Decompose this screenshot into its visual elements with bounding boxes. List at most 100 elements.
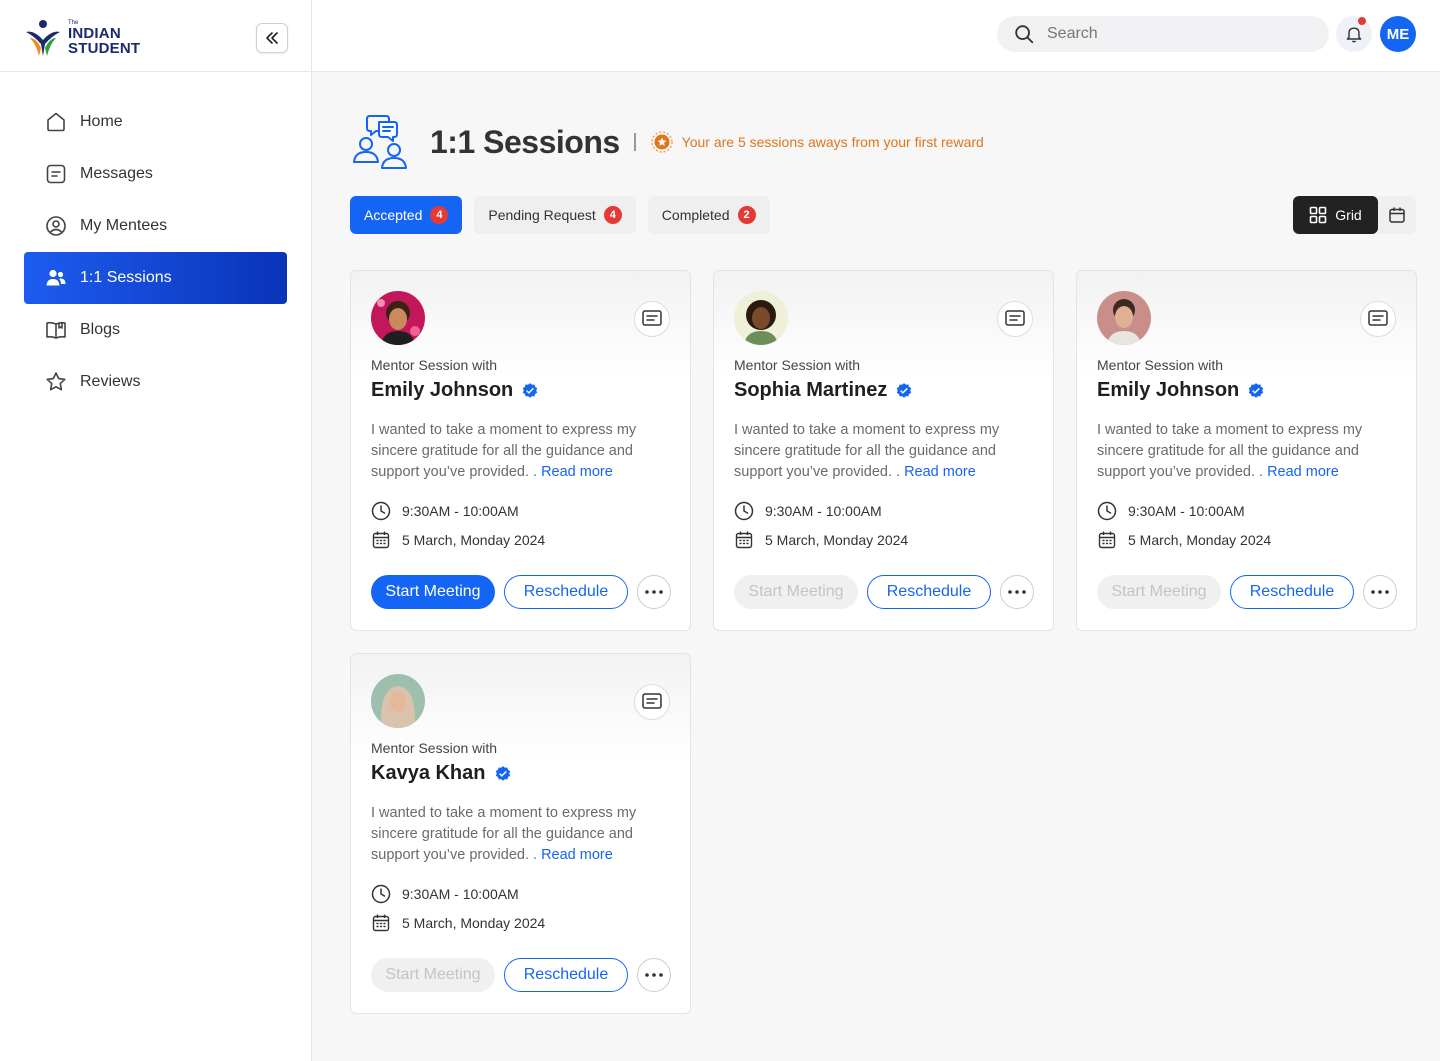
clock-icon xyxy=(371,884,391,904)
verified-icon xyxy=(1249,382,1264,398)
reschedule-button[interactable]: Reschedule xyxy=(504,958,628,992)
home-icon xyxy=(47,112,65,132)
sidebar-item-home[interactable]: Home xyxy=(24,96,287,148)
session-description: I wanted to take a moment to express my … xyxy=(734,420,1038,483)
session-card: Mentor Session with Sophia Martinez I wa… xyxy=(713,270,1054,631)
session-date-text: 5 March, Monday 2024 xyxy=(765,532,909,548)
grid-view-button[interactable]: Grid xyxy=(1293,196,1378,234)
mentor-name[interactable]: Emily Johnson xyxy=(371,379,513,402)
search-icon xyxy=(1015,25,1034,44)
read-more-link[interactable]: Read more xyxy=(904,464,976,480)
session-card: Mentor Session with Emily Johnson I want… xyxy=(350,270,691,631)
verified-icon xyxy=(897,382,912,398)
top-bar: ME xyxy=(312,0,1440,72)
session-date: 5 March, Monday 2024 xyxy=(1097,530,1271,550)
start-meeting-button[interactable]: Start Meeting xyxy=(734,575,858,609)
more-options-button[interactable] xyxy=(1363,575,1397,609)
collapse-sidebar-button[interactable] xyxy=(256,23,288,53)
session-description: I wanted to take a moment to express my … xyxy=(371,803,675,866)
search-box[interactable] xyxy=(997,16,1329,52)
session-date-text: 5 March, Monday 2024 xyxy=(402,532,546,548)
page-title: 1:1 Sessions xyxy=(430,123,620,160)
session-prefix: Mentor Session with xyxy=(734,357,861,373)
more-options-button[interactable] xyxy=(637,575,671,609)
chat-icon xyxy=(1368,310,1388,326)
mentor-name-row: Emily Johnson xyxy=(1097,379,1265,402)
sidebar-nav: Home Messages My Mentees 1:1 Sessions Bl… xyxy=(24,96,287,408)
tab-accepted[interactable]: Accepted 4 xyxy=(350,196,463,234)
session-date-text: 5 March, Monday 2024 xyxy=(402,915,546,931)
users-icon xyxy=(46,269,66,286)
calendar-icon xyxy=(1098,531,1116,549)
tab-count-badge: 2 xyxy=(737,206,756,224)
session-time-text: 9:30AM - 10:00AM xyxy=(402,503,519,519)
user-avatar[interactable]: ME xyxy=(1380,16,1416,52)
sidebar-item-label: Reviews xyxy=(80,373,141,390)
sidebar-item-blogs[interactable]: Blogs xyxy=(24,304,287,356)
chat-button[interactable] xyxy=(1360,301,1396,337)
session-time: 9:30AM - 10:00AM xyxy=(1097,501,1245,521)
sidebar-item-label: Home xyxy=(80,113,123,130)
calendar-icon xyxy=(372,531,390,549)
sidebar-item-label: 1:1 Sessions xyxy=(80,269,172,286)
grid-icon xyxy=(1309,206,1327,224)
tab-completed[interactable]: Completed 2 xyxy=(647,196,770,234)
tab-label: Pending Request xyxy=(488,207,596,223)
chat-button[interactable] xyxy=(997,301,1033,337)
session-card: Mentor Session with Kavya Khan I wanted … xyxy=(350,653,691,1014)
reward-notice: Your are 5 sessions aways from your firs… xyxy=(650,130,984,154)
reward-badge-icon xyxy=(650,131,673,153)
session-time-text: 9:30AM - 10:00AM xyxy=(402,886,519,902)
chevrons-left-icon xyxy=(266,32,278,44)
reward-text: Your are 5 sessions aways from your firs… xyxy=(681,134,984,150)
reschedule-button[interactable]: Reschedule xyxy=(1230,575,1354,609)
tab-pending-request[interactable]: Pending Request 4 xyxy=(474,196,636,234)
session-date-text: 5 March, Monday 2024 xyxy=(1128,532,1272,548)
notifications-button[interactable] xyxy=(1336,16,1372,52)
chat-button[interactable] xyxy=(634,301,670,337)
more-dots-icon xyxy=(1371,590,1389,594)
mentor-name-row: Kavya Khan xyxy=(371,762,512,785)
calendar-icon xyxy=(735,531,753,549)
mentor-name[interactable]: Sophia Martinez xyxy=(734,379,887,402)
sidebar-item-label: My Mentees xyxy=(80,217,168,234)
calendar-view-button[interactable] xyxy=(1378,196,1416,234)
message-icon xyxy=(46,164,66,184)
sidebar-item-sessions[interactable]: 1:1 Sessions xyxy=(24,252,287,304)
start-meeting-button[interactable]: Start Meeting xyxy=(371,575,495,609)
sidebar-item-messages[interactable]: Messages xyxy=(24,148,287,200)
search-input[interactable] xyxy=(1047,25,1297,43)
read-more-link[interactable]: Read more xyxy=(541,847,613,863)
start-meeting-button[interactable]: Start Meeting xyxy=(371,958,495,992)
brand-logo[interactable]: The INDIAN STUDENT xyxy=(24,18,140,58)
reschedule-button[interactable]: Reschedule xyxy=(504,575,628,609)
sidebar-item-my-mentees[interactable]: My Mentees xyxy=(24,200,287,252)
grid-view-label: Grid xyxy=(1335,207,1362,223)
session-time: 9:30AM - 10:00AM xyxy=(734,501,882,521)
more-options-button[interactable] xyxy=(1000,575,1034,609)
mentor-name-row: Emily Johnson xyxy=(371,379,539,402)
sidebar-item-label: Blogs xyxy=(80,321,121,338)
verified-icon xyxy=(495,765,510,781)
sidebar-item-label: Messages xyxy=(80,165,153,182)
sidebar-header: The INDIAN STUDENT xyxy=(0,0,311,72)
read-more-link[interactable]: Read more xyxy=(541,464,613,480)
more-dots-icon xyxy=(1008,590,1026,594)
mentor-avatar xyxy=(734,291,788,345)
session-prefix: Mentor Session with xyxy=(1097,357,1224,373)
tab-label: Completed xyxy=(661,207,730,223)
mentor-avatar xyxy=(371,291,425,345)
sidebar-item-reviews[interactable]: Reviews xyxy=(24,356,287,408)
mentor-name[interactable]: Emily Johnson xyxy=(1097,379,1239,402)
reschedule-button[interactable]: Reschedule xyxy=(867,575,991,609)
session-date: 5 March, Monday 2024 xyxy=(371,913,545,933)
session-description: I wanted to take a moment to express my … xyxy=(1097,420,1401,483)
verified-icon xyxy=(523,382,538,398)
start-meeting-button[interactable]: Start Meeting xyxy=(1097,575,1221,609)
logo-line1: INDIAN xyxy=(68,25,121,42)
chat-button[interactable] xyxy=(634,684,670,720)
session-time-text: 9:30AM - 10:00AM xyxy=(1128,503,1245,519)
read-more-link[interactable]: Read more xyxy=(1267,464,1339,480)
more-options-button[interactable] xyxy=(637,958,671,992)
mentor-name[interactable]: Kavya Khan xyxy=(371,762,486,785)
